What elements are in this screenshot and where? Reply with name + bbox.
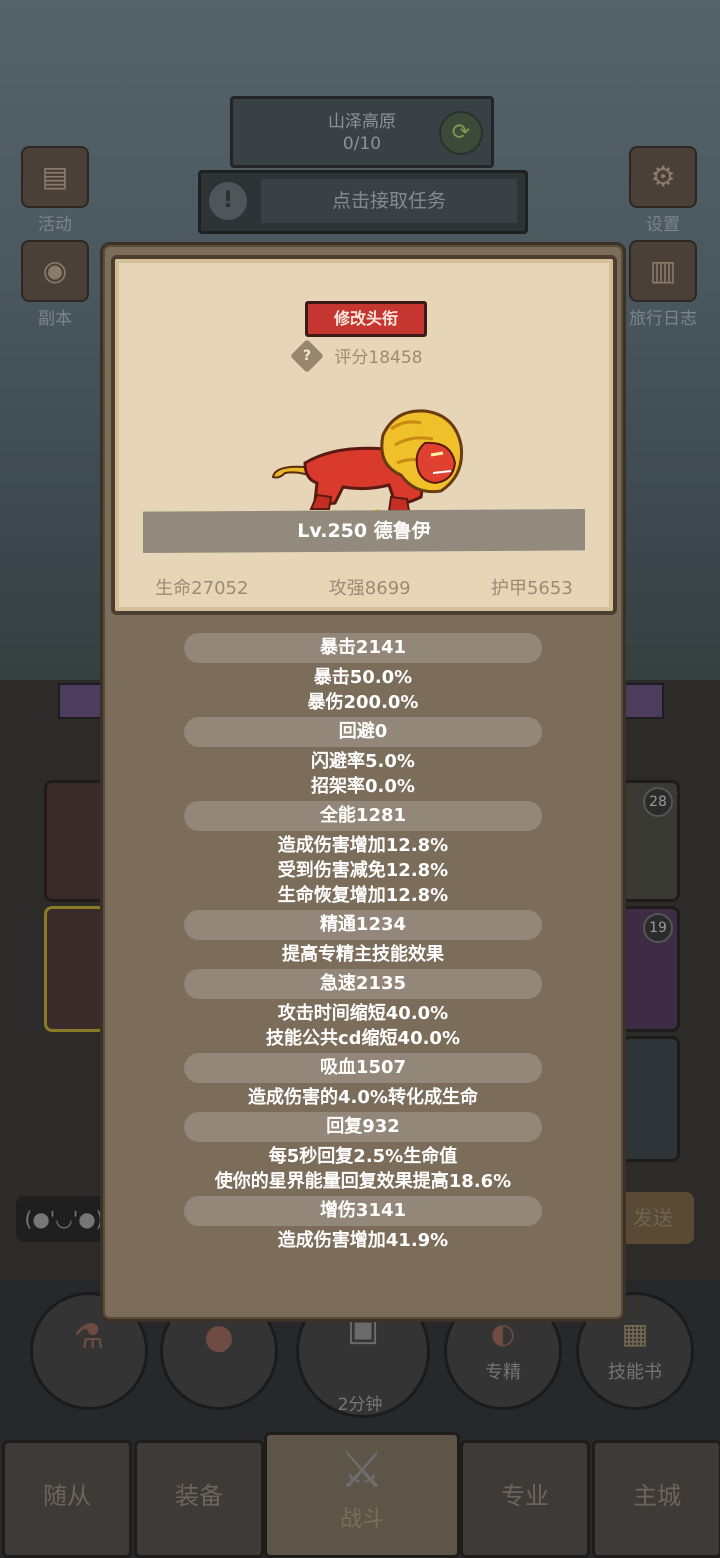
- stat-group-versatility: 全能1281 造成伤害增加12.8% 受到伤害减免12.8% 生命恢复增加12.…: [103, 801, 623, 908]
- attack-power-stat: 攻强8699: [328, 578, 411, 599]
- scroll-icon: ▤: [21, 146, 89, 208]
- stat-line: 攻击时间缩短40.0%: [277, 1003, 449, 1024]
- tab-followers[interactable]: 随从: [2, 1440, 132, 1558]
- stat-line: 暴伤200.0%: [307, 692, 419, 713]
- settings-button[interactable]: ⚙ 设置: [620, 146, 706, 235]
- stat-header: 吸血1507: [184, 1053, 542, 1083]
- stat-group-damage-boost: 增伤3141 造成伤害增加41.9%: [103, 1196, 623, 1253]
- stat-detail-list: 暴击2141 暴击50.0% 暴伤200.0% 回避0 闪避率5.0% 招架率0…: [103, 633, 623, 1255]
- stat-group-haste: 急速2135 攻击时间缩短40.0% 技能公共cd缩短40.0%: [103, 969, 623, 1051]
- stat-line: 每5秒回复2.5%生命值: [268, 1146, 458, 1167]
- count-badge: 19: [643, 913, 673, 943]
- score-row: ? 评分18458: [290, 338, 423, 373]
- journal-label: 旅行日志: [629, 309, 697, 329]
- stat-group-lifesteal: 吸血1507 造成伤害的4.0%转化成生命: [103, 1053, 623, 1110]
- score-value: 评分18458: [334, 348, 423, 368]
- settings-label: 设置: [646, 215, 680, 235]
- experience-bar-left: [58, 683, 102, 719]
- stat-header: 回避0: [184, 717, 542, 747]
- tab-battle[interactable]: ⚔ 战斗: [264, 1432, 460, 1558]
- card-slot[interactable]: 28: [620, 780, 680, 902]
- refresh-icon[interactable]: ⟳: [439, 111, 483, 155]
- stat-group-dodge: 回避0 闪避率5.0% 招架率0.0%: [103, 717, 623, 799]
- gear-icon: ⚙: [629, 146, 697, 208]
- activity-button[interactable]: ▤ 活动: [12, 146, 98, 235]
- card-slot[interactable]: [620, 1036, 680, 1162]
- change-title-button[interactable]: 修改头衔: [305, 301, 427, 337]
- stat-group-crit: 暴击2141 暴击50.0% 暴伤200.0%: [103, 633, 623, 715]
- crossed-swords-icon: ⚔: [339, 1441, 385, 1499]
- stat-line: 受到伤害减免12.8%: [277, 860, 449, 881]
- task-prompt[interactable]: 点击接取任务: [261, 179, 517, 223]
- stat-line: 造成伤害增加12.8%: [277, 835, 449, 856]
- stat-header: 全能1281: [184, 801, 542, 831]
- stat-line: 技能公共cd缩短40.0%: [265, 1028, 460, 1049]
- tab-main-city[interactable]: 主城: [592, 1440, 720, 1558]
- pet-info-card: 修改头衔 ? 评分18458 Lv.250 德鲁伊 生命27052 攻强8699: [111, 255, 617, 615]
- stat-header: 增伤3141: [184, 1196, 542, 1226]
- stat-line: 暴击50.0%: [313, 667, 413, 688]
- hp-stat: 生命27052: [155, 578, 249, 599]
- card-slot[interactable]: 19: [620, 906, 680, 1032]
- base-stats-row: 生命27052 攻强8699 护甲5653: [115, 574, 613, 600]
- pet-detail-panel: 修改头衔 ? 评分18458 Lv.250 德鲁伊 生命27052 攻强8699: [100, 242, 626, 1322]
- tab-battle-label: 战斗: [339, 1507, 384, 1532]
- help-icon[interactable]: ?: [290, 338, 324, 373]
- stat-group-regen: 回复932 每5秒回复2.5%生命值 使你的星界能量回复效果提高18.6%: [103, 1112, 623, 1194]
- pet-name-bar: Lv.250 德鲁伊: [143, 509, 585, 553]
- stat-line: 提高专精主技能效果: [282, 944, 444, 965]
- chest-timer: 2分钟: [337, 1395, 383, 1415]
- count-badge: 28: [643, 787, 673, 817]
- card-slot[interactable]: [44, 780, 106, 902]
- stat-group-mastery: 精通1234 提高专精主技能效果: [103, 910, 623, 967]
- zone-progress-box[interactable]: 山泽高原 0/10 ⟳: [230, 96, 494, 168]
- dungeon-icon: ◉: [21, 240, 89, 302]
- dungeon-button[interactable]: ◉ 副本: [12, 240, 98, 329]
- journal-button[interactable]: ▥ 旅行日志: [620, 240, 706, 329]
- stat-line: 生命恢复增加12.8%: [277, 885, 449, 906]
- stat-line: 使你的星界能量回复效果提高18.6%: [214, 1171, 512, 1192]
- task-box[interactable]: ! 点击接取任务: [198, 170, 528, 234]
- bread-icon: ●: [204, 1317, 234, 1357]
- card-slot[interactable]: [44, 906, 106, 1032]
- stat-line: 招架率0.0%: [311, 776, 415, 797]
- armor-stat: 护甲5653: [490, 578, 573, 599]
- stat-header: 回复932: [184, 1112, 542, 1142]
- stat-header: 精通1234: [184, 910, 542, 940]
- activity-label: 活动: [38, 215, 72, 235]
- stat-header: 暴击2141: [184, 633, 542, 663]
- stat-header: 急速2135: [184, 969, 542, 999]
- tab-profession[interactable]: 专业: [460, 1440, 590, 1558]
- potion-icon: ⚗: [73, 1317, 105, 1357]
- tab-equipment[interactable]: 装备: [134, 1440, 264, 1558]
- stat-line: 闪避率5.0%: [311, 751, 415, 772]
- experience-bar-right: [620, 683, 664, 719]
- chat-emoji-button[interactable]: (●'◡'●): [16, 1196, 112, 1242]
- journal-icon: ▥: [629, 240, 697, 302]
- stat-line: 造成伤害的4.0%转化成生命: [248, 1087, 478, 1108]
- specialize-label: 专精: [485, 1362, 521, 1383]
- lion-pet-icon: [271, 409, 464, 513]
- stat-line: 造成伤害增加41.9%: [277, 1230, 449, 1251]
- info-icon[interactable]: !: [209, 182, 247, 220]
- skillbook-label: 技能书: [608, 1362, 662, 1383]
- dungeon-label: 副本: [38, 309, 72, 329]
